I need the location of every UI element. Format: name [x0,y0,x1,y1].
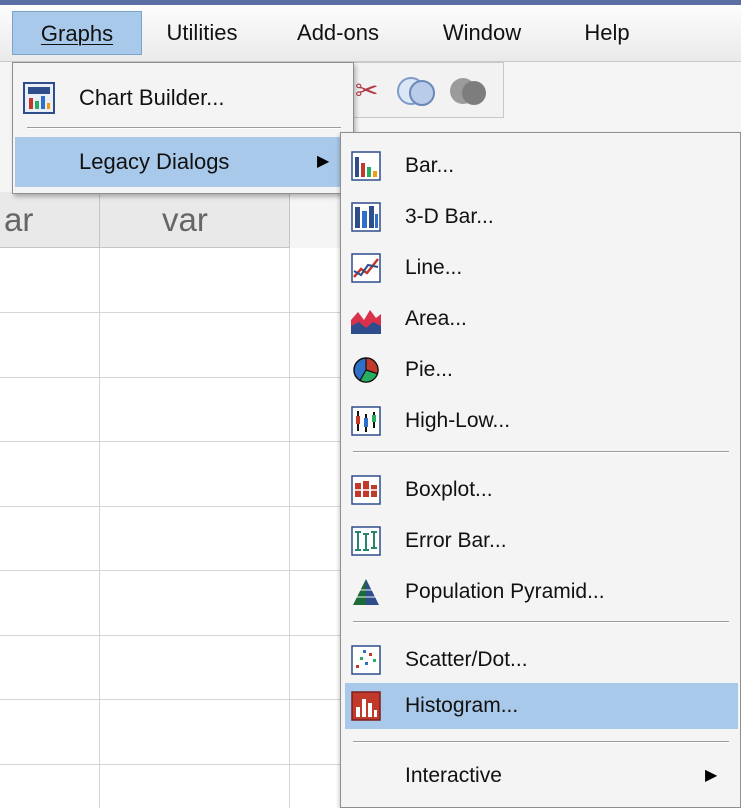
menu-item-3d-bar[interactable]: 3-D Bar... [345,194,738,240]
error-bar-icon [351,526,381,556]
3d-bar-label: 3-D Bar... [405,205,494,228]
menu-item-histogram[interactable]: Histogram... [345,683,738,729]
menu-separator [353,741,729,743]
menu-graphs-label: Graphs [40,21,114,46]
menu-item-bar[interactable]: Bar... [345,143,738,189]
line-label: Line... [405,256,463,279]
grid-row-line [0,312,342,313]
menu-bar: Graphs Utilities Add-ons Window Help [0,5,741,62]
data-grid[interactable] [0,248,342,808]
legacy-dialogs-label: Legacy Dialogs [79,149,230,174]
error-bar-label: Error Bar... [405,529,507,552]
menu-item-legacy-dialogs[interactable]: Legacy Dialogs ▶ [15,137,351,187]
bar-chart-icon [351,151,381,181]
chart-builder-icon [23,82,55,114]
pie-chart-icon [353,357,379,383]
menu-item-error-bar[interactable]: Error Bar... [345,518,738,564]
menu-help-label: Help [584,20,630,45]
toolbar: ✂ [340,62,504,118]
menu-item-interactive[interactable]: Interactive ▶ [345,753,738,799]
menu-item-area[interactable]: Area... [345,296,738,342]
toolbar-show-sets-icon[interactable] [447,73,491,109]
high-low-label: High-Low... [405,409,511,432]
line-chart-icon [351,253,381,283]
column-header-partial[interactable]: ar [0,192,100,248]
legacy-dialogs-submenu: Bar... 3-D Bar... Line... Area... Pie...… [340,132,741,808]
grid-divider [99,248,100,808]
menu-item-population-pyramid[interactable]: Population Pyramid... [345,569,738,615]
menu-add-ons[interactable]: Add-ons [276,11,400,55]
histogram-icon [351,691,381,721]
interactive-label: Interactive [405,764,502,787]
menu-item-line[interactable]: Line... [345,245,738,291]
grid-row-line [0,570,342,571]
area-chart-icon [351,310,381,334]
submenu-arrow-icon: ▶ [317,153,330,170]
population-pyramid-icon [353,579,379,605]
grid-row-line [0,764,342,765]
grid-divider [289,248,290,808]
submenu-arrow-icon: ▶ [705,767,718,784]
menu-add-ons-label: Add-ons [297,20,379,45]
3d-bar-chart-icon [351,202,381,232]
grid-row-line [0,441,342,442]
chart-builder-label: Chart Builder... [79,85,225,110]
grid-row-line [0,699,342,700]
menu-help[interactable]: Help [562,11,652,55]
menu-separator [353,451,729,453]
menu-separator [353,621,729,623]
menu-window-label: Window [442,20,522,45]
column-header-var-label: var [162,201,208,238]
histogram-label: Histogram... [405,694,519,717]
menu-item-chart-builder[interactable]: Chart Builder... [15,73,351,123]
menu-window[interactable]: Window [420,11,544,55]
menu-item-high-low[interactable]: High-Low... [345,398,738,444]
toolbar-use-sets-icon[interactable] [395,73,439,109]
menu-graphs[interactable]: Graphs [12,11,142,55]
menu-separator [27,127,341,129]
high-low-chart-icon [351,406,381,436]
toolbar-weight-icon[interactable]: ✂ [355,75,378,107]
grid-row-line [0,635,342,636]
graphs-dropdown: Chart Builder... Legacy Dialogs ▶ [12,62,354,194]
column-header-var[interactable]: var [100,192,290,248]
grid-row-line [0,506,342,507]
boxplot-icon [351,475,381,505]
population-pyramid-label: Population Pyramid... [405,580,605,603]
grid-row-line [0,377,342,378]
menu-item-scatter-dot[interactable]: Scatter/Dot... [345,637,738,683]
menu-utilities-label: Utilities [166,20,238,45]
menu-item-pie[interactable]: Pie... [345,347,738,393]
scatter-dot-label: Scatter/Dot... [405,648,528,671]
menu-utilities[interactable]: Utilities [150,11,254,55]
bar-label: Bar... [405,154,455,177]
scatter-dot-icon [351,645,381,675]
menu-item-boxplot[interactable]: Boxplot... [345,467,738,513]
area-label: Area... [405,307,467,330]
column-header-partial-label: ar [4,201,34,238]
pie-label: Pie... [405,358,453,381]
boxplot-label: Boxplot... [405,478,493,501]
